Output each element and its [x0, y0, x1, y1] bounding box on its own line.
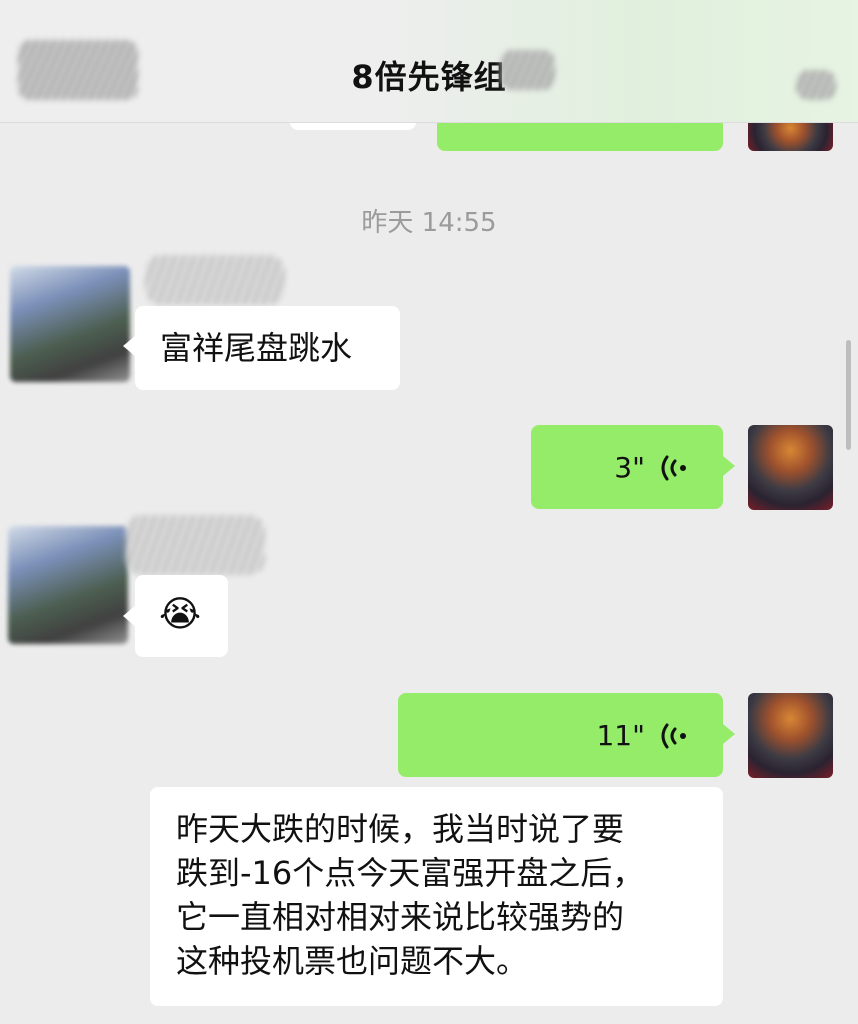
transcription-line: 这种投机票也问题不大。: [176, 942, 529, 980]
sender-avatar[interactable]: [10, 266, 130, 382]
title-suffix-redacted: [500, 50, 555, 90]
voice-message-bubble[interactable]: 3": [531, 425, 723, 509]
transcription-text: 昨天大跌的时候，我当时说了要 跌到-16个点今天富强开盘之后， 它一直相对相对来…: [176, 807, 644, 983]
bubble-tail: [723, 456, 735, 476]
voice-message-bubble[interactable]: 11": [398, 693, 723, 777]
voice-duration: 11": [596, 719, 645, 752]
emoji-message-bubble[interactable]: 😭: [135, 575, 228, 657]
chat-header: 8倍先锋组: [0, 0, 858, 123]
bubble-tail: [123, 606, 135, 626]
more-button-redacted[interactable]: [796, 70, 836, 100]
sender-avatar[interactable]: [8, 526, 128, 644]
scrollbar[interactable]: [846, 340, 851, 450]
emoji: 😭: [159, 594, 202, 635]
self-avatar[interactable]: [748, 693, 833, 778]
message-text: 富祥尾盘跳水: [160, 329, 353, 367]
voice-duration: 3": [614, 451, 645, 484]
transcription-line: 跌到-16个点今天富强开盘之后，: [176, 854, 645, 892]
bubble-tail: [723, 724, 735, 744]
message-bubble[interactable]: 富祥尾盘跳水: [135, 306, 400, 390]
sender-name-redacted: [145, 255, 285, 305]
message-timestamp: 昨天 14:55: [361, 208, 497, 238]
self-avatar[interactable]: [748, 425, 833, 510]
transcription-line: 它一直相对相对来说比较强势的: [176, 898, 625, 936]
group-title: 8倍先锋组: [351, 58, 507, 96]
transcription-line: 昨天大跌的时候，我当时说了要: [176, 810, 625, 848]
voice-wave-icon: [661, 455, 686, 481]
voice-wave-icon: [661, 723, 686, 749]
sender-name-redacted: [125, 515, 265, 575]
bubble-tail: [123, 336, 135, 356]
voice-transcription-bubble[interactable]: 昨天大跌的时候，我当时说了要 跌到-16个点今天富强开盘之后， 它一直相对相对来…: [150, 787, 723, 1006]
